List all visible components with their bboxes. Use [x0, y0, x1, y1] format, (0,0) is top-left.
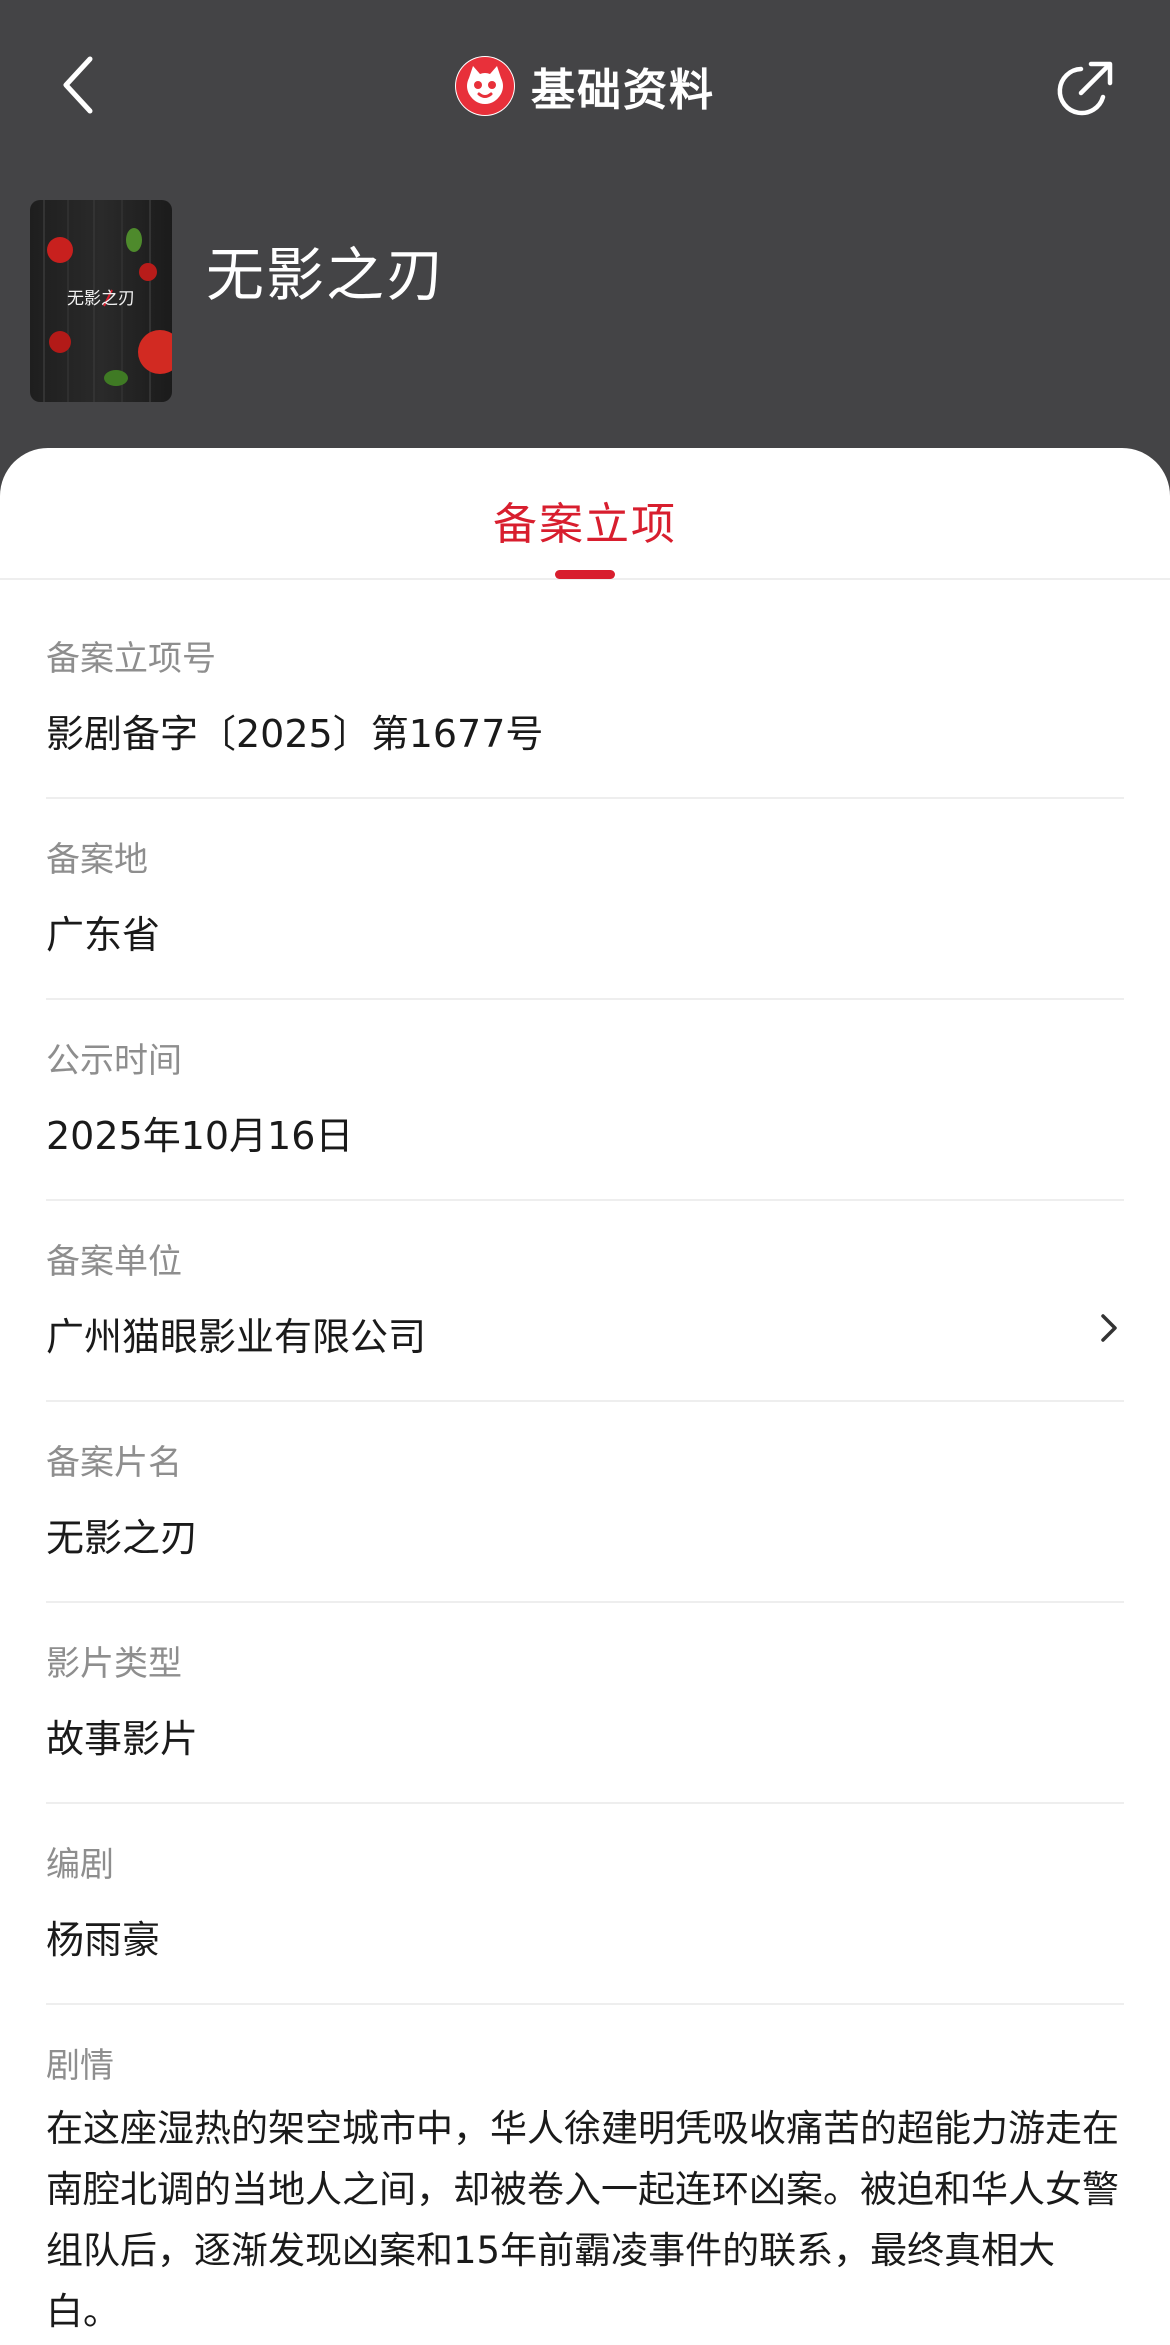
nav-title-group: 基础资料 [0, 50, 1170, 122]
field-value: 无影之刃 [46, 1516, 199, 1560]
field-value: 广东省 [46, 913, 161, 957]
field-plot: 剧情 在这座湿热的架空城市中，华人徐建明凭吸收痛苦的超能力游走在南腔北调的当地人… [46, 2038, 1124, 2338]
field-label: 备案单位 [46, 1242, 182, 1282]
field-film-name: 备案片名 无影之刃 [46, 1435, 1124, 1603]
tab-record-label: 备案立项 [493, 499, 677, 550]
plot-text: 在这座湿热的架空城市中，华人徐建明凭吸收痛苦的超能力游走在南腔北调的当地人之间，… [46, 2107, 1119, 2333]
share-icon [1057, 61, 1113, 116]
field-value: 杨雨豪 [46, 1918, 161, 1962]
header: 基础资料 无影之刃 无影之刃 [0, 0, 1170, 520]
field-film-type: 影片类型 故事影片 [46, 1636, 1124, 1804]
field-label: 备案片名 [46, 1443, 182, 1483]
field-value: 影剧备字〔2025〕第1677号 [46, 712, 544, 756]
company-link[interactable]: 广州猫眼影业有限公司 [46, 1306, 426, 1361]
field-company[interactable]: 备案单位 广州猫眼影业有限公司 [46, 1234, 1124, 1402]
field-value: 2025年10月16日 [46, 1114, 354, 1158]
cat-logo-icon [455, 56, 515, 116]
movie-info: 无影之刃 无影之刃 [30, 200, 1140, 405]
tab-bar: 备案立项 [0, 448, 1170, 580]
movie-title: 无影之刃 [206, 241, 447, 309]
field-value: 故事影片 [46, 1717, 199, 1761]
page: 基础资料 无影之刃 无影之刃 备案立项 备案立项号 影剧备字〔2025〕第167… [0, 0, 1170, 2345]
share-button[interactable] [1048, 54, 1120, 126]
detail-card: 备案立项 备案立项号 影剧备字〔2025〕第1677号 备案地 广东省 公示时间… [0, 448, 1170, 2345]
poster-title-text: 无影之刃 [67, 289, 135, 309]
tab-active-indicator [555, 570, 615, 579]
chevron-right-icon [1094, 1306, 1124, 1350]
field-label: 编剧 [46, 1845, 114, 1885]
field-label: 剧情 [46, 2046, 114, 2086]
field-label: 影片类型 [46, 1644, 182, 1684]
field-record-no: 备案立项号 影剧备字〔2025〕第1677号 [46, 631, 1124, 799]
field-label: 备案地 [46, 840, 148, 880]
field-label: 备案立项号 [46, 639, 216, 679]
field-screenwriter: 编剧 杨雨豪 [46, 1837, 1124, 2005]
field-publish-time: 公示时间 2025年10月16日 [46, 1033, 1124, 1201]
nav-bar: 基础资料 [0, 40, 1170, 140]
movie-poster[interactable]: 无影之刃 [30, 200, 172, 402]
page-title: 基础资料 [531, 65, 715, 116]
field-location: 备案地 广东省 [46, 832, 1124, 1000]
field-label: 公示时间 [46, 1041, 182, 1081]
tab-record[interactable]: 备案立项 [435, 488, 735, 580]
